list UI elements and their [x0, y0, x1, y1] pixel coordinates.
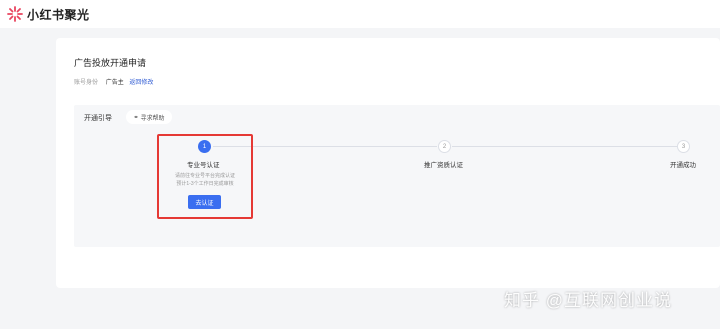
step-2-circle: 2 — [438, 140, 451, 153]
flower-logo-icon[interactable] — [6, 5, 24, 23]
watermark: 知乎 @互联网创业说 — [504, 291, 672, 310]
help-button[interactable]: ⚭ 寻求帮助 — [126, 110, 172, 124]
help-button-label: 寻求帮助 — [140, 115, 165, 122]
page-title: 广告投放开通申请 — [74, 58, 147, 68]
brand-name[interactable]: 小红书聚光 — [27, 6, 90, 23]
highlight-annotation-box — [157, 134, 253, 219]
top-bar: 小红书聚光 — [0, 0, 720, 28]
headset-icon: ⚭ — [133, 114, 139, 121]
step-3-label: 开通成功 — [670, 162, 696, 169]
identity-value: 广告主 — [105, 80, 124, 86]
step-connector-2 — [452, 146, 677, 147]
identity-row: 账号身份 广告主 返回修改 — [74, 77, 153, 86]
change-identity-link[interactable]: 返回修改 — [129, 80, 153, 86]
step-3-circle: 3 — [677, 140, 690, 153]
step-2-label: 推广资质认证 — [424, 162, 463, 169]
identity-label: 账号身份 — [74, 80, 99, 86]
guide-title: 开通引导 — [84, 115, 112, 122]
